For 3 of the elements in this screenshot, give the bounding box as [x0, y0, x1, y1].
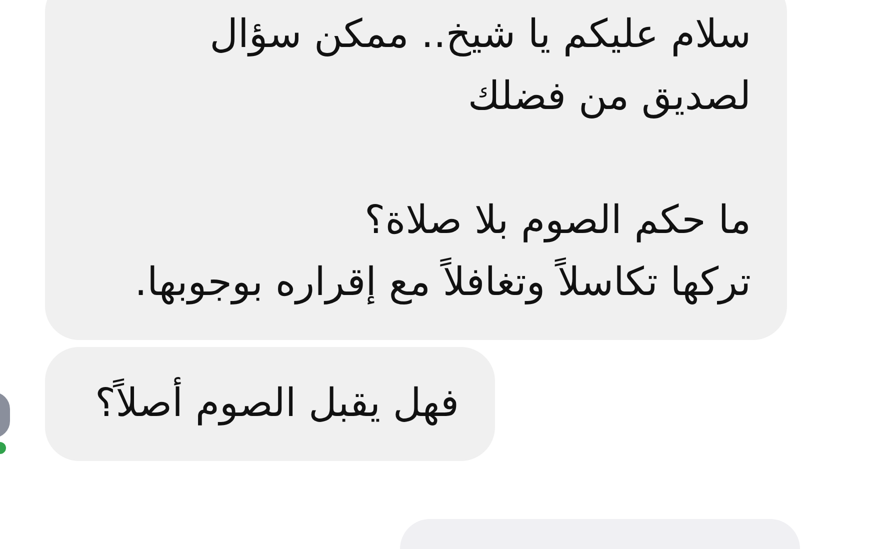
message-text: ما حكم الصوم بلا صلاة؟ تركها تكاسلاً وتغافلاً مع إقراره بوجوبها.: [134, 197, 751, 307]
message-text: فهل يقبل الصوم أصلاً؟: [81, 373, 459, 435]
message-text: سلام عليكم يا شيخ.. ممكن سؤال لصديق من فضلك: [208, 11, 751, 121]
